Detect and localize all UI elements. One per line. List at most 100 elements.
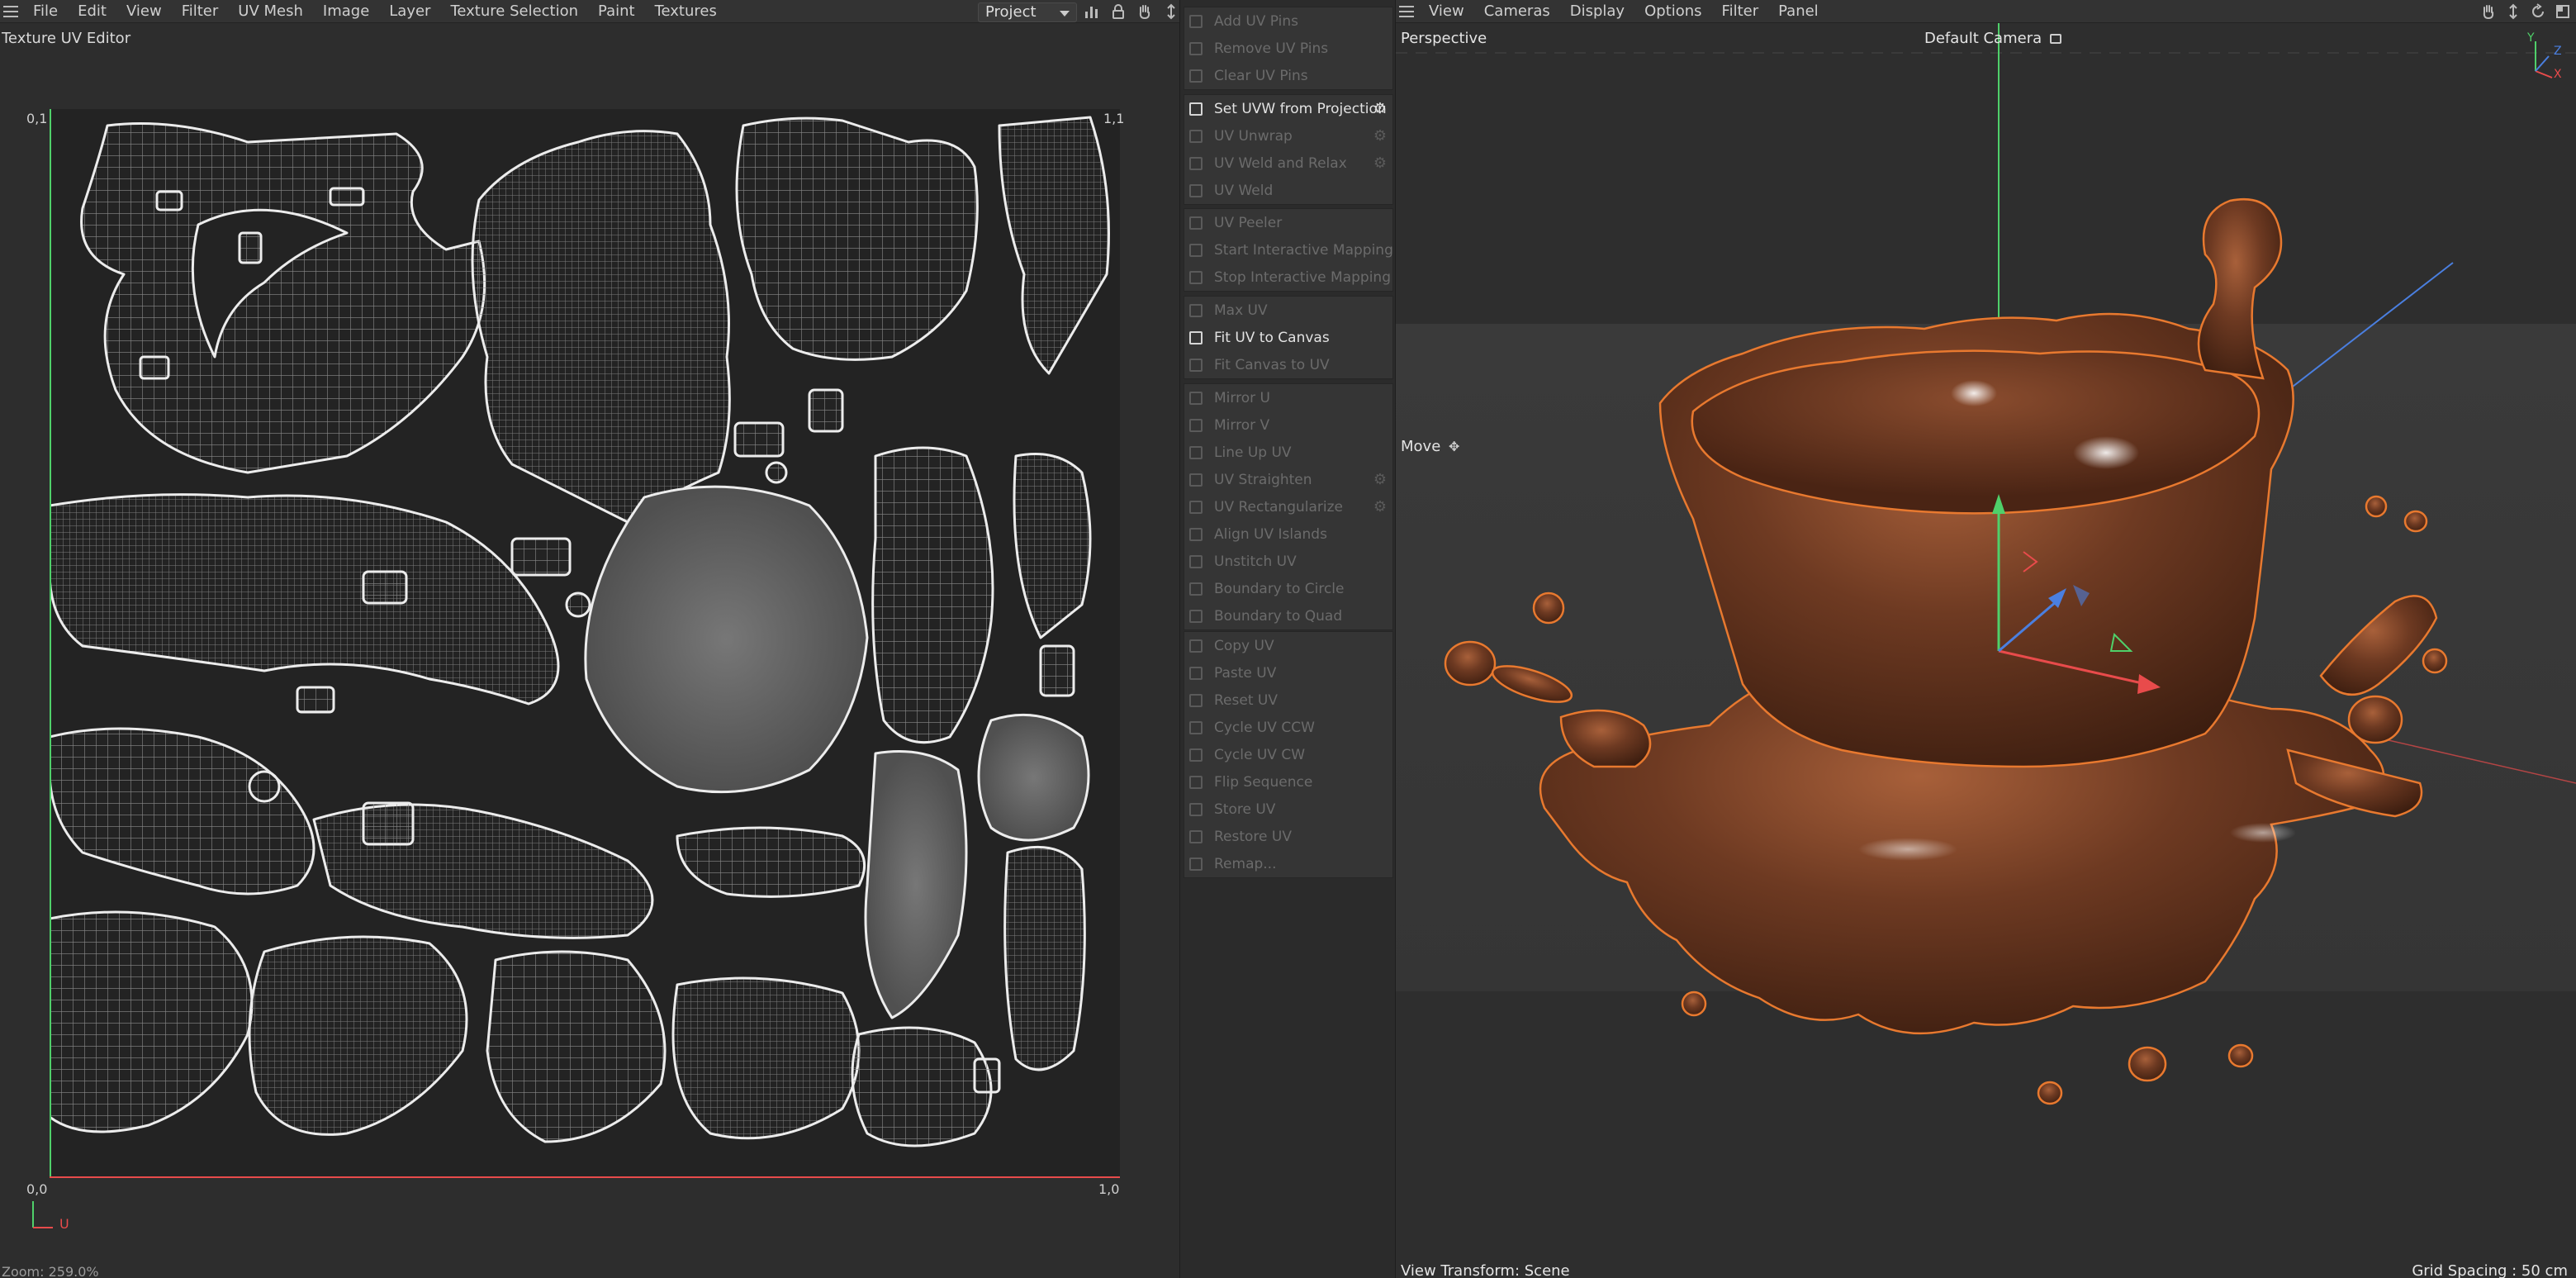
command-label: Start Interactive Mapping [1214,241,1393,259]
command-label: Unstitch UV [1214,553,1297,570]
viewport-menu-view[interactable]: View [1419,0,1474,23]
zoom-arrows-icon[interactable] [1163,3,1179,20]
uv-command-item[interactable]: UV Peeler [1184,209,1392,236]
histogram-icon[interactable] [1084,3,1100,20]
uv-command-item[interactable]: Paste UV [1184,659,1392,687]
command-icon [1189,418,1203,432]
command-icon [1189,330,1203,344]
grid-spacing-status: Grid Spacing : 50 cm [2412,1262,2568,1278]
maximize-view-icon[interactable] [2555,3,2571,20]
menu-edit[interactable]: Edit [68,0,116,23]
command-label: Mirror U [1214,389,1270,406]
uv-command-item[interactable]: Mirror V [1184,411,1392,439]
command-icon [1189,69,1203,83]
uv-command-item[interactable]: Stop Interactive Mapping [1184,264,1392,291]
uv-command-item[interactable]: Cycle UV CW [1184,741,1392,768]
viewport-scene[interactable] [1396,23,2576,1254]
command-label: UV Rectangularize [1214,498,1343,515]
uv-canvas[interactable] [50,109,1120,1178]
gizmo-z-label: Z [2554,45,2562,58]
viewport-projection-label[interactable]: Perspective [1401,30,1487,47]
viewport-camera-label[interactable]: Default Camera [1924,30,2061,47]
command-label: UV Weld [1214,182,1274,199]
pan-hand-icon[interactable] [2480,3,2497,20]
command-icon [1189,582,1203,596]
uv-command-item[interactable]: Remove UV Pins [1184,35,1392,62]
command-label: Boundary to Quad [1214,607,1343,625]
gear-icon[interactable]: ⚙ [1373,473,1388,487]
pan-hand-icon[interactable] [1136,3,1153,20]
uv-command-item[interactable]: Copy UV [1184,632,1392,659]
menu-textures[interactable]: Textures [645,0,727,23]
cmd-group-pins: Add UV Pins Remove UV Pins Clear UV Pins [1184,7,1393,90]
menu-layer[interactable]: Layer [379,0,440,23]
menu-paint[interactable]: Paint [588,0,645,23]
orbit-icon[interactable] [2530,3,2546,20]
uv-command-item[interactable]: Flip Sequence [1184,768,1392,796]
uv-command-item[interactable]: UV Unwrap ⚙ [1184,122,1392,150]
uv-command-item[interactable]: Store UV [1184,796,1392,823]
command-icon [1189,216,1203,230]
command-icon [1189,243,1203,257]
command-label: Clear UV Pins [1214,67,1308,84]
mode-select-dropdown[interactable]: Project [978,2,1077,22]
uv-command-item[interactable]: Unstitch UV [1184,548,1392,575]
dolly-arrows-icon[interactable] [2505,3,2521,20]
uv-command-item[interactable]: Reset UV [1184,687,1392,714]
orientation-axis-gizmo [2535,41,2553,78]
uv-command-item[interactable]: UV Straighten ⚙ [1184,466,1392,493]
uv-command-item[interactable]: Fit UV to Canvas [1184,324,1392,351]
uv-command-item[interactable]: Fit Canvas to UV [1184,351,1392,378]
command-icon [1189,129,1203,143]
uv-command-item[interactable]: Boundary to Quad [1184,602,1392,629]
uv-command-item[interactable]: Cycle UV CCW [1184,714,1392,741]
uv-command-item[interactable]: Max UV [1184,297,1392,324]
command-label: Cycle UV CCW [1214,719,1315,736]
menu-view[interactable]: View [116,0,172,23]
command-label: Stop Interactive Mapping [1214,268,1391,286]
uv-command-item[interactable]: UV Weld [1184,177,1392,204]
command-icon [1189,358,1203,372]
active-tool-name: Move [1401,438,1441,455]
command-icon [1189,720,1203,734]
lock-icon[interactable] [1110,3,1127,20]
viewport-menu-cameras[interactable]: Cameras [1474,0,1560,23]
menu-texture-selection[interactable]: Texture Selection [440,0,588,23]
cmd-group-fit: Max UV Fit UV to Canvas Fit Canvas to UV [1184,296,1393,379]
uv-command-item[interactable]: Start Interactive Mapping [1184,236,1393,264]
viewport-menu-options[interactable]: Options [1634,0,1711,23]
command-label: Copy UV [1214,637,1274,654]
command-icon [1189,445,1203,459]
gear-icon[interactable]: ⚙ [1373,500,1388,515]
menu-file[interactable]: File [23,0,68,23]
gear-icon[interactable]: ⚙ [1373,129,1388,144]
uv-toolbar-icons [1084,3,1179,20]
uv-command-item[interactable]: Remap... [1184,850,1392,877]
uv-command-item[interactable]: Boundary to Circle [1184,575,1392,602]
viewport-menu-display[interactable]: Display [1560,0,1634,23]
move-cross-icon: ✥ [1449,439,1460,454]
uv-command-item[interactable]: Mirror U [1184,384,1392,411]
uv-command-item[interactable]: UV Weld and Relax ⚙ [1184,150,1392,177]
uv-command-item[interactable]: Align UV Islands [1184,520,1392,548]
command-label: UV Weld and Relax [1214,154,1347,172]
hamburger-menu-icon[interactable] [3,5,18,17]
command-icon [1189,14,1203,28]
uv-command-item[interactable]: Set UVW from Projection ⚙ [1184,95,1392,122]
uv-zoom-readout: Zoom: 259.0% [2,1264,99,1278]
command-label: Flip Sequence [1214,773,1313,791]
command-label: Store UV [1214,801,1276,818]
uv-command-item[interactable]: UV Rectangularize ⚙ [1184,493,1392,520]
hamburger-menu-icon[interactable] [1399,5,1414,17]
viewport-menu-panel[interactable]: Panel [1768,0,1829,23]
gear-icon[interactable]: ⚙ [1373,102,1388,116]
uv-command-item[interactable]: Add UV Pins [1184,7,1392,35]
viewport-menu-filter[interactable]: Filter [1712,0,1769,23]
gear-icon[interactable]: ⚙ [1373,156,1388,171]
uv-command-item[interactable]: Clear UV Pins [1184,62,1392,89]
menu-uv-mesh[interactable]: UV Mesh [228,0,313,23]
uv-command-item[interactable]: Restore UV [1184,823,1392,850]
uv-command-item[interactable]: Line Up UV [1184,439,1392,466]
menu-image[interactable]: Image [313,0,379,23]
menu-filter[interactable]: Filter [172,0,229,23]
